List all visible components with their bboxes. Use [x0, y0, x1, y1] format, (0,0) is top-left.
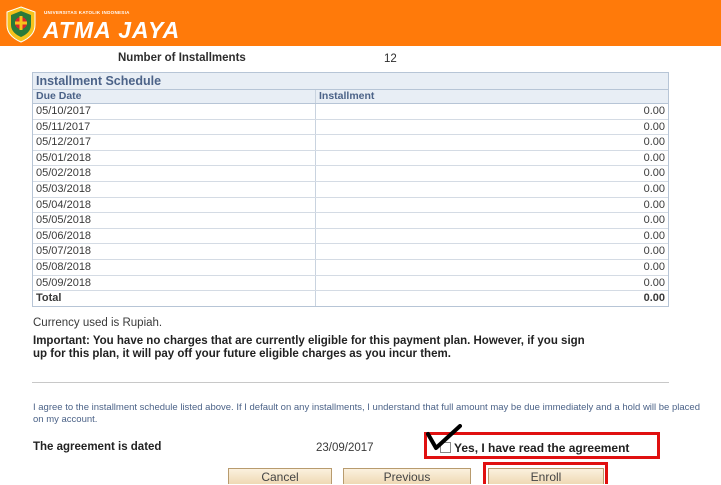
schedule-title: Installment Schedule: [33, 73, 668, 90]
installment-amount-cell: 0.00: [643, 151, 665, 164]
installment-amount-cell: 0.00: [643, 245, 665, 258]
table-row: 05/10/2017 0.00: [33, 104, 668, 120]
university-subtitle: UNIVERSITAS KATOLIK INDONESIA: [44, 10, 130, 15]
table-row: 05/11/2017 0.00: [33, 119, 668, 136]
installment-amount-cell: 0.00: [643, 167, 665, 180]
installments-value: 12: [384, 53, 397, 65]
table-row: 05/07/2018 0.00: [33, 244, 668, 260]
header-banner: UNIVERSITAS KATOLIK INDONESIA ATMA JAYA: [0, 0, 721, 46]
due-date-cell: 05/10/2017: [33, 104, 316, 119]
table-row: 05/09/2018 0.00: [33, 275, 668, 292]
due-date-cell: 05/02/2018: [33, 166, 316, 181]
due-date-cell: 05/08/2018: [33, 259, 316, 275]
installment-amount-cell: 0.00: [643, 214, 665, 227]
due-date-cell: 05/01/2018: [33, 150, 316, 166]
divider: [32, 382, 669, 383]
due-date-cell: 05/06/2018: [33, 228, 316, 244]
installment-amount-cell: 0.00: [643, 229, 665, 242]
table-row: 05/06/2018 0.00: [33, 228, 668, 245]
due-date-cell: 05/04/2018: [33, 197, 316, 213]
previous-button[interactable]: Previous: [343, 468, 471, 484]
due-date-cell: 05/05/2018: [33, 213, 316, 228]
university-logo-text: ATMA JAYA: [43, 17, 181, 43]
column-header-installment: Installment: [319, 90, 375, 102]
total-row: Total 0.00: [33, 291, 668, 306]
agreement-text: I agree to the installment schedule list…: [33, 402, 700, 425]
total-label: Total: [33, 291, 316, 306]
due-date-cell: 05/07/2018: [33, 244, 316, 259]
due-date-cell: 05/12/2017: [33, 135, 316, 150]
installment-amount-cell: 0.00: [643, 120, 665, 133]
installment-amount-cell: 0.00: [643, 260, 665, 273]
table-row: 05/05/2018 0.00: [33, 213, 668, 229]
important-note: Important: You have no charges that are …: [33, 335, 585, 360]
table-row: 05/03/2018 0.00: [33, 181, 668, 198]
due-date-cell: 05/09/2018: [33, 275, 316, 291]
column-header-due-date: Due Date: [33, 90, 316, 103]
installment-amount-cell: 0.00: [643, 182, 665, 195]
schedule-header-row: Due Date Installment: [33, 90, 668, 104]
table-row: 05/04/2018 0.00: [33, 197, 668, 214]
table-row: 05/08/2018 0.00: [33, 259, 668, 276]
installments-label: Number of Installments: [118, 52, 246, 64]
total-value: 0.00: [643, 292, 665, 305]
table-row: 05/02/2018 0.00: [33, 166, 668, 182]
currency-note: Currency used is Rupiah.: [33, 317, 163, 329]
installment-amount-cell: 0.00: [643, 198, 665, 211]
installment-amount-cell: 0.00: [643, 105, 665, 117]
installment-amount-cell: 0.00: [643, 136, 665, 149]
agreement-checkbox-label[interactable]: Yes, I have read the agreement: [454, 441, 629, 455]
enroll-highlight-box: [483, 462, 608, 484]
cancel-button[interactable]: Cancel: [228, 468, 332, 484]
table-row: 05/12/2017 0.00: [33, 135, 668, 151]
table-row: 05/01/2018 0.00: [33, 150, 668, 167]
agreement-dated-label: The agreement is dated: [33, 441, 162, 453]
installment-schedule-table: Installment Schedule Due Date Installmen…: [32, 72, 669, 307]
due-date-cell: 05/11/2017: [33, 119, 316, 135]
due-date-cell: 05/03/2018: [33, 181, 316, 197]
installment-amount-cell: 0.00: [643, 276, 665, 289]
university-seal-icon: [6, 6, 36, 43]
agreement-dated-value: 23/09/2017: [316, 442, 374, 454]
